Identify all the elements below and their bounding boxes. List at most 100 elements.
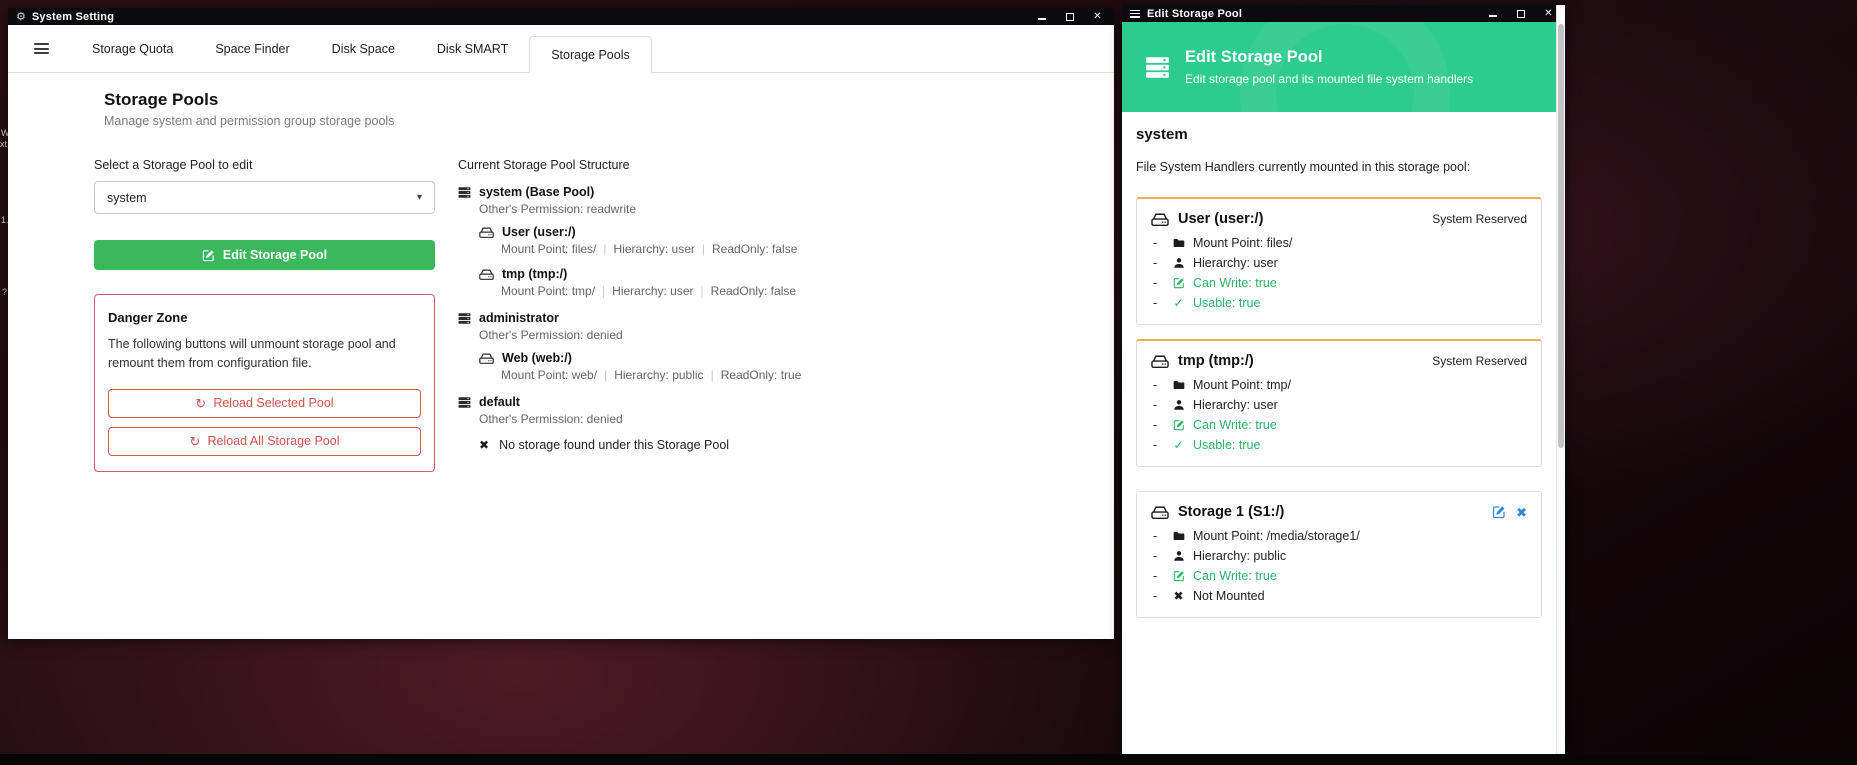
hierarchy: Hierarchy: public — [614, 368, 703, 382]
tab-space-finder[interactable]: Space Finder — [194, 25, 310, 72]
refresh-icon: ↻ — [190, 435, 201, 448]
readonly-flag: ReadOnly: false — [712, 242, 797, 256]
hdd-icon — [479, 352, 494, 365]
server-icon — [458, 396, 471, 409]
titlebar[interactable]: Edit Storage Pool ✕ — [1122, 5, 1565, 22]
gear-icon: ⚙ — [16, 10, 26, 23]
menu-icon[interactable] — [34, 43, 49, 54]
server-icon — [458, 312, 471, 325]
user-icon — [1171, 399, 1186, 411]
minimize-button[interactable] — [1486, 7, 1499, 20]
maximize-button[interactable] — [1063, 10, 1076, 23]
edit-icon — [202, 249, 215, 262]
pool-name-heading: system — [1136, 126, 1542, 143]
hdd-icon — [1151, 505, 1169, 520]
mount-point-row: - Mount Point: /media/storage1/ — [1151, 529, 1527, 543]
tab-storage-quota[interactable]: Storage Quota — [71, 25, 194, 72]
tab-storage-pools[interactable]: Storage Pools — [529, 36, 652, 73]
separator: | — [704, 368, 721, 382]
maximize-button[interactable] — [1514, 7, 1527, 20]
edit-icon — [1171, 277, 1186, 289]
edit-icon — [1171, 570, 1186, 582]
edit-storage-pool-window: Edit Storage Pool ✕ Edit Storage Pool Ed… — [1122, 5, 1565, 765]
pool-item: administrator Other's Permission: denied… — [458, 311, 1084, 382]
system-reserved-badge: System Reserved — [1432, 212, 1527, 226]
storage-item: Web (web:/) Mount Point: web/|Hierarchy:… — [479, 351, 1084, 382]
user-icon — [1171, 550, 1186, 562]
cross-icon: ✖ — [1171, 590, 1186, 602]
minimize-button[interactable] — [1035, 10, 1048, 23]
mount-point-value: Mount Point: files/ — [1193, 236, 1292, 250]
minimize-icon — [1038, 18, 1046, 20]
dash: - — [1153, 236, 1171, 250]
close-button[interactable]: ✕ — [1542, 7, 1555, 20]
usable-value: Usable: true — [1193, 438, 1260, 452]
danger-zone-description: The following buttons will unmount stora… — [108, 335, 414, 374]
folder-icon — [1171, 379, 1186, 391]
dash: - — [1153, 256, 1171, 270]
scrollbar-thumb[interactable] — [1558, 24, 1564, 448]
window-title: Edit Storage Pool — [1147, 8, 1242, 20]
hierarchy-value: Hierarchy: user — [1193, 256, 1278, 270]
scrollbar[interactable] — [1556, 5, 1565, 765]
hdd-icon — [479, 226, 494, 239]
pool-name: administrator — [479, 311, 559, 325]
dash: - — [1153, 296, 1171, 310]
storage-pool-select[interactable]: system ▾ — [94, 181, 435, 214]
storage-details: Mount Point: web/|Hierarchy: public|Read… — [501, 368, 1084, 382]
server-icon — [1144, 55, 1171, 80]
folder-icon — [1171, 530, 1186, 542]
pool-name: system (Base Pool) — [479, 185, 594, 199]
menu-icon — [1130, 10, 1140, 18]
hierarchy-row: - Hierarchy: user — [1151, 256, 1527, 270]
pool-permission: Other's Permission: denied — [479, 328, 1084, 342]
mount-point-value: Mount Point: tmp/ — [1193, 378, 1291, 392]
pool-permission: Other's Permission: readwrite — [479, 202, 1084, 216]
usable-row: - ✓ Usable: true — [1151, 438, 1527, 452]
desktop-icon-label-fragment: ? — [2, 287, 7, 297]
tab-disk-space[interactable]: Disk Space — [311, 25, 416, 72]
mount-point: Mount Point: files/ — [501, 242, 596, 256]
storage-pool-tree: system (Base Pool) Other's Permission: r… — [458, 185, 1084, 452]
maximize-icon — [1066, 13, 1074, 21]
user-icon — [1171, 257, 1186, 269]
minimize-icon — [1489, 15, 1497, 17]
separator: | — [695, 242, 712, 256]
maximize-icon — [1517, 10, 1525, 18]
separator: | — [596, 242, 613, 256]
reload-all-pool-button[interactable]: ↻ Reload All Storage Pool — [108, 427, 421, 456]
storage-item: tmp (tmp:/) Mount Point: tmp/|Hierarchy:… — [479, 267, 1084, 298]
edit-storage-pool-button[interactable]: Edit Storage Pool — [94, 240, 435, 270]
mount-point-value: Mount Point: /media/storage1/ — [1193, 529, 1360, 543]
close-button[interactable]: ✕ — [1091, 10, 1104, 23]
pool-item: system (Base Pool) Other's Permission: r… — [458, 185, 1084, 298]
handler-name: Storage 1 (S1:/) — [1178, 504, 1284, 520]
usable-value: Usable: true — [1193, 296, 1260, 310]
remove-handler-button[interactable]: ✖ — [1516, 506, 1527, 519]
window-title: System Setting — [32, 11, 114, 23]
check-icon: ✓ — [1171, 297, 1186, 309]
dash: - — [1153, 276, 1171, 290]
reload-selected-pool-button[interactable]: ↻ Reload Selected Pool — [108, 389, 421, 418]
titlebar[interactable]: ⚙ System Setting ✕ — [8, 8, 1114, 25]
mount-point-row: - Mount Point: files/ — [1151, 236, 1527, 250]
storage-item: User (user:/) Mount Point: files/|Hierar… — [479, 225, 1084, 256]
handlers-description: File System Handlers currently mounted i… — [1136, 160, 1542, 174]
edit-handler-button[interactable] — [1492, 505, 1506, 519]
handler-card: tmp (tmp:/) System Reserved - Mount Poin… — [1136, 339, 1542, 467]
handler-card: Storage 1 (S1:/) ✖ - Mount Point: /media… — [1136, 491, 1542, 618]
dash: - — [1153, 418, 1171, 432]
hierarchy-row: - Hierarchy: user — [1151, 398, 1527, 412]
mount-point-row: - Mount Point: tmp/ — [1151, 378, 1527, 392]
storage-details: Mount Point: tmp/|Hierarchy: user|ReadOn… — [501, 284, 1084, 298]
storage-name: User (user:/) — [502, 225, 576, 239]
hierarchy: Hierarchy: user — [612, 284, 693, 298]
hdd-icon — [1151, 212, 1169, 227]
reload-all-label: Reload All Storage Pool — [207, 434, 339, 448]
pool-item: default Other's Permission: denied ✖ No … — [458, 395, 1084, 452]
tab-disk-smart[interactable]: Disk SMART — [416, 25, 529, 72]
select-pool-label: Select a Storage Pool to edit — [94, 158, 435, 172]
separator: | — [595, 284, 612, 298]
edit-button-label: Edit Storage Pool — [223, 248, 327, 262]
mount-point: Mount Point: tmp/ — [501, 284, 595, 298]
